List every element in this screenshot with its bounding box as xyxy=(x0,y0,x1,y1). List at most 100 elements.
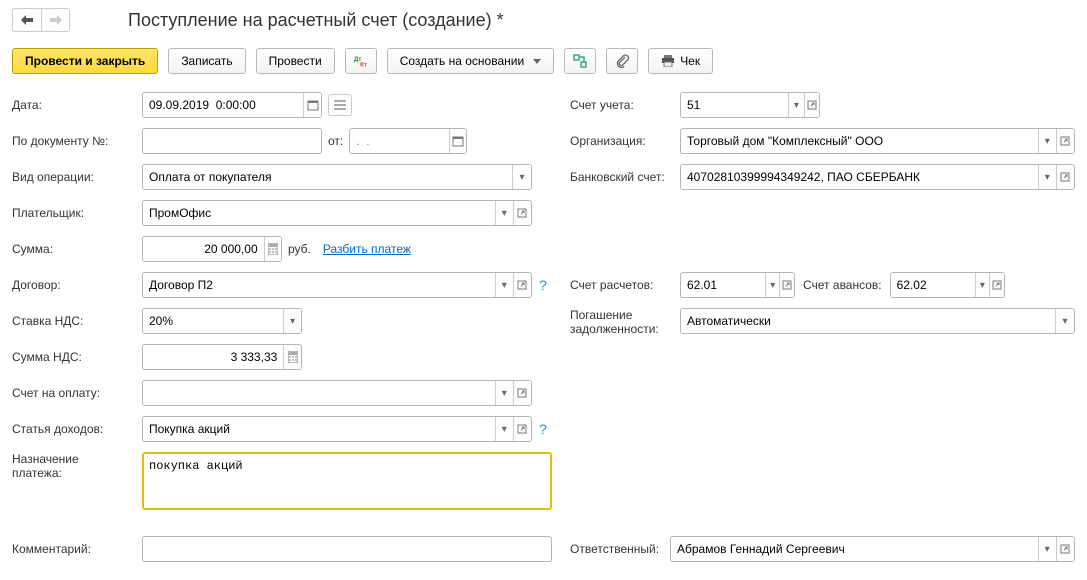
invoice-label: Счет на оплату: xyxy=(12,386,142,400)
docdate-field[interactable] xyxy=(349,128,467,154)
payer-field[interactable]: ▾ xyxy=(142,200,532,226)
calculator-icon[interactable] xyxy=(264,237,281,261)
debit-credit-icon: ДтКт xyxy=(354,54,368,68)
debtrep-field[interactable]: ▾ xyxy=(680,308,1075,334)
printer-icon xyxy=(661,55,675,67)
open-icon[interactable] xyxy=(989,273,1004,297)
post-button[interactable]: Провести xyxy=(256,48,335,74)
dropdown-icon[interactable]: ▾ xyxy=(283,309,301,333)
calculator-icon[interactable] xyxy=(283,345,301,369)
dropdown-icon[interactable]: ▾ xyxy=(1038,165,1056,189)
dropdown-icon[interactable]: ▾ xyxy=(765,273,780,297)
help-icon[interactable]: ? xyxy=(536,421,550,437)
structure-icon xyxy=(573,54,587,68)
sum-input[interactable] xyxy=(143,237,264,261)
dropdown-icon[interactable]: ▾ xyxy=(788,93,803,117)
responsible-input[interactable] xyxy=(671,537,1038,561)
comment-input[interactable] xyxy=(143,537,551,561)
cheque-button[interactable]: Чек xyxy=(648,48,713,74)
comment-label: Комментарий: xyxy=(12,542,142,556)
dropdown-icon[interactable]: ▾ xyxy=(1038,537,1056,561)
open-icon[interactable] xyxy=(513,201,531,225)
open-icon[interactable] xyxy=(779,273,794,297)
account-input[interactable] xyxy=(681,93,788,117)
bankacct-field[interactable]: ▾ xyxy=(680,164,1075,190)
dropdown-icon[interactable]: ▾ xyxy=(495,417,513,441)
income-input[interactable] xyxy=(143,417,495,441)
paperclip-icon xyxy=(615,54,629,68)
ot-label: от: xyxy=(328,134,343,148)
invoice-input[interactable] xyxy=(143,381,495,405)
open-icon[interactable] xyxy=(1056,537,1074,561)
open-icon[interactable] xyxy=(513,381,531,405)
comment-field[interactable] xyxy=(142,536,552,562)
settleacct-field[interactable]: ▾ xyxy=(680,272,795,298)
sum-label: Сумма: xyxy=(12,242,142,256)
advacct-input[interactable] xyxy=(891,273,975,297)
calendar-icon[interactable] xyxy=(303,93,321,117)
contract-label: Договор: xyxy=(12,278,142,292)
dropdown-icon[interactable]: ▾ xyxy=(495,381,513,405)
open-icon[interactable] xyxy=(804,93,819,117)
calendar-icon[interactable] xyxy=(449,129,466,153)
attachment-button[interactable] xyxy=(606,48,638,74)
org-input[interactable] xyxy=(681,129,1038,153)
dropdown-icon[interactable]: ▾ xyxy=(512,165,531,189)
save-button[interactable]: Записать xyxy=(168,48,245,74)
vatrate-field[interactable]: ▾ xyxy=(142,308,302,334)
forward-button[interactable] xyxy=(41,9,69,31)
dropdown-icon[interactable]: ▾ xyxy=(975,273,990,297)
settleacct-input[interactable] xyxy=(681,273,765,297)
back-button[interactable] xyxy=(13,9,41,31)
sum-field[interactable] xyxy=(142,236,282,262)
optype-input[interactable] xyxy=(143,165,512,189)
date-label: Дата: xyxy=(12,98,142,112)
date-input[interactable] xyxy=(143,93,303,117)
date-extra-button[interactable] xyxy=(328,94,352,116)
bankacct-input[interactable] xyxy=(681,165,1038,189)
invoice-field[interactable]: ▾ xyxy=(142,380,532,406)
contract-input[interactable] xyxy=(143,273,495,297)
org-field[interactable]: ▾ xyxy=(680,128,1075,154)
dropdown-icon[interactable]: ▾ xyxy=(495,273,513,297)
dropdown-icon[interactable]: ▾ xyxy=(1038,129,1056,153)
svg-text:Кт: Кт xyxy=(360,61,367,68)
advacct-field[interactable]: ▾ xyxy=(890,272,1005,298)
vatsum-input[interactable] xyxy=(143,345,283,369)
payer-input[interactable] xyxy=(143,201,495,225)
vatrate-input[interactable] xyxy=(143,309,283,333)
list-icon xyxy=(334,100,346,110)
optype-field[interactable]: ▾ xyxy=(142,164,532,190)
docno-field[interactable] xyxy=(142,128,322,154)
split-payment-link[interactable]: Разбить платеж xyxy=(323,242,411,256)
debtrep-label: Погашение задолженности: xyxy=(570,308,680,336)
vatsum-field[interactable] xyxy=(142,344,302,370)
dropdown-icon[interactable]: ▾ xyxy=(495,201,513,225)
structure-button[interactable] xyxy=(564,48,596,74)
contract-field[interactable]: ▾ xyxy=(142,272,532,298)
debit-credit-button[interactable]: ДтКт xyxy=(345,48,377,74)
account-label: Счет учета: xyxy=(570,98,680,112)
org-label: Организация: xyxy=(570,134,680,148)
open-icon[interactable] xyxy=(1056,129,1074,153)
help-icon[interactable]: ? xyxy=(536,277,550,293)
docdate-input[interactable] xyxy=(350,129,449,153)
account-field[interactable]: ▾ xyxy=(680,92,820,118)
responsible-field[interactable]: ▾ xyxy=(670,536,1075,562)
debtrep-input[interactable] xyxy=(681,309,1055,333)
purpose-textarea[interactable] xyxy=(142,452,552,510)
caret-down-icon xyxy=(533,59,541,64)
create-based-on-label: Создать на основании xyxy=(400,54,525,68)
open-icon[interactable] xyxy=(1056,165,1074,189)
open-icon[interactable] xyxy=(513,417,531,441)
income-field[interactable]: ▾ xyxy=(142,416,532,442)
date-field[interactable] xyxy=(142,92,322,118)
arrow-right-icon xyxy=(50,15,62,25)
create-based-on-button[interactable]: Создать на основании xyxy=(387,48,555,74)
docno-input[interactable] xyxy=(143,129,321,153)
dropdown-icon[interactable]: ▾ xyxy=(1055,309,1074,333)
open-icon[interactable] xyxy=(513,273,531,297)
post-and-close-button[interactable]: Провести и закрыть xyxy=(12,48,158,74)
page-title: Поступление на расчетный счет (создание)… xyxy=(128,10,504,31)
optype-label: Вид операции: xyxy=(12,170,142,184)
